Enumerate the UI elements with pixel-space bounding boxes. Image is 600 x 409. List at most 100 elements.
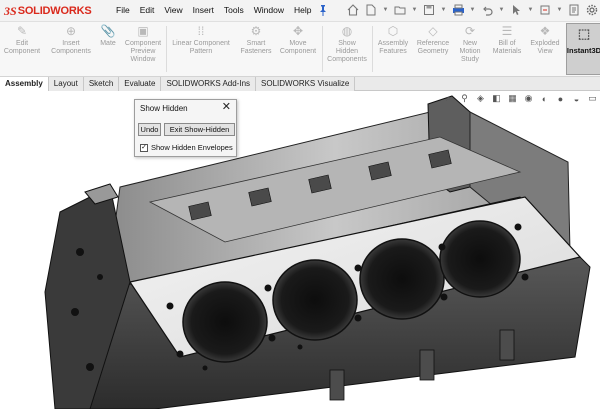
- move-component-label: Move Component: [279, 40, 317, 55]
- move-component-button[interactable]: ✥ Move Component: [278, 24, 318, 56]
- section-view-icon[interactable]: ◧: [491, 93, 502, 104]
- apply-scene-icon[interactable]: ◒: [571, 93, 582, 104]
- home-icon[interactable]: [346, 3, 360, 17]
- pin-icon[interactable]: [318, 4, 328, 16]
- engine-block-model[interactable]: [0, 92, 600, 409]
- assembly-features-icon: ⬡: [387, 24, 399, 38]
- linear-pattern-label: Linear Component Pattern: [172, 40, 230, 55]
- insert-components-button[interactable]: ⊕ Insert Components: [48, 24, 94, 56]
- tab-solidworks-visualize[interactable]: SOLIDWORKS Visualize: [256, 77, 356, 91]
- dialog-title: Show Hidden: [140, 104, 188, 113]
- edit-component-icon: ✎: [16, 24, 28, 38]
- chevron-down-icon[interactable]: ▼: [556, 3, 563, 17]
- bom-icon: ☰: [501, 24, 513, 38]
- new-motion-study-button[interactable]: ⟳ New Motion Study: [454, 24, 486, 64]
- menu-view[interactable]: View: [164, 5, 182, 15]
- logo-text: SOLIDWORKS: [17, 5, 92, 17]
- mate-label: Mate: [100, 40, 116, 47]
- assembly-features-label: Assembly Features: [377, 40, 409, 55]
- exploded-view-button[interactable]: ❖ Exploded View: [527, 24, 563, 56]
- close-icon[interactable]: ✕: [222, 102, 231, 113]
- chevron-down-icon[interactable]: ▼: [498, 3, 505, 17]
- zoom-area-icon[interactable]: ⚲: [459, 93, 470, 104]
- print-icon[interactable]: [451, 3, 465, 17]
- instant3d-button[interactable]: ⬚ Instant3D: [566, 23, 600, 75]
- ribbon-separator: [322, 26, 323, 72]
- show-hidden-envelopes-checkbox[interactable]: ✓: [140, 143, 148, 152]
- view-settings-icon[interactable]: ▭: [587, 93, 598, 104]
- display-style-icon[interactable]: ◉: [523, 93, 534, 104]
- exploded-view-icon: ❖: [539, 24, 551, 38]
- chevron-down-icon[interactable]: ▼: [382, 3, 389, 17]
- show-hidden-envelopes-label: Show Hidden Envelopes: [151, 143, 233, 152]
- menu-insert[interactable]: Insert: [193, 5, 214, 15]
- smart-fasteners-label: Smart Fasteners: [240, 40, 272, 55]
- save-icon[interactable]: [422, 3, 436, 17]
- ribbon-separator: [166, 26, 167, 72]
- exit-show-hidden-button[interactable]: Exit Show-Hidden: [164, 123, 235, 136]
- rebuild-icon[interactable]: [538, 3, 552, 17]
- chevron-down-icon[interactable]: ▼: [469, 3, 476, 17]
- assembly-features-button[interactable]: ⬡ Assembly Features: [374, 24, 412, 56]
- tab-layout[interactable]: Layout: [48, 77, 84, 91]
- tab-sketch[interactable]: Sketch: [83, 77, 120, 91]
- edit-component-button[interactable]: ✎ Edit Component: [2, 24, 42, 56]
- exploded-view-label: Exploded View: [530, 40, 560, 55]
- chevron-down-icon[interactable]: ▼: [411, 3, 418, 17]
- edit-component-label: Edit Component: [3, 40, 41, 55]
- bill-of-materials-button[interactable]: ☰ Bill of Materials: [490, 24, 524, 56]
- show-hidden-label: Show Hidden Components: [327, 40, 367, 63]
- solidworks-logo[interactable]: 3S SOLIDWORKS: [4, 3, 92, 19]
- graphics-area[interactable]: ⌕ ⚲ ◈ ◧ ▦ ◉ ◐ ● ◒ ▭: [0, 92, 600, 409]
- menu-file[interactable]: File: [116, 5, 130, 15]
- show-hidden-icon: ◍: [341, 24, 353, 38]
- ds-logo-mark: 3S: [4, 3, 17, 18]
- command-manager-ribbon: ✎ Edit Component ⊕ Insert Components 📎 Mat…: [0, 22, 600, 77]
- tab-evaluate[interactable]: Evaluate: [119, 77, 162, 91]
- edit-appearance-icon[interactable]: ●: [555, 93, 566, 104]
- heads-up-view-toolbar: ⌕ ⚲ ◈ ◧ ▦ ◉ ◐ ● ◒ ▭: [443, 93, 598, 104]
- component-preview-window-button[interactable]: ▣ Component Preview Window: [121, 24, 165, 64]
- smart-fasteners-button[interactable]: ⚙ Smart Fasteners: [238, 24, 274, 56]
- reference-geometry-button[interactable]: ◇ Reference Geometry: [413, 24, 453, 56]
- mate-icon: 📎: [100, 24, 116, 38]
- title-bar: 3S SOLIDWORKS File Edit View Insert Tool…: [0, 0, 600, 22]
- show-hidden-components-button[interactable]: ◍ Show Hidden Components: [324, 24, 370, 64]
- chevron-down-icon[interactable]: ▼: [527, 3, 534, 17]
- menu-window[interactable]: Window: [254, 5, 284, 15]
- instant3d-label: Instant3D: [566, 46, 600, 55]
- menu-edit[interactable]: Edit: [140, 5, 155, 15]
- menu-help[interactable]: Help: [294, 5, 311, 15]
- reference-geometry-label: Reference Geometry: [416, 40, 450, 55]
- component-preview-icon: ▣: [137, 24, 149, 38]
- component-preview-label: Component Preview Window: [124, 40, 162, 63]
- insert-components-icon: ⊕: [65, 24, 77, 38]
- menu-tools[interactable]: Tools: [224, 5, 244, 15]
- new-document-icon[interactable]: [364, 3, 378, 17]
- undo-icon[interactable]: [480, 3, 494, 17]
- hide-show-items-icon[interactable]: ◐: [539, 93, 550, 104]
- ribbon-separator: [372, 26, 373, 72]
- reference-geometry-icon: ◇: [428, 24, 438, 38]
- linear-component-pattern-button[interactable]: ⁞⁞ Linear Component Pattern: [168, 24, 234, 56]
- chevron-down-icon[interactable]: ▼: [440, 3, 447, 17]
- open-folder-icon[interactable]: [393, 3, 407, 17]
- command-manager-tabs: Assembly Layout Sketch Evaluate SOLIDWOR…: [0, 77, 600, 91]
- view-orientation-icon[interactable]: ▦: [507, 93, 518, 104]
- zoom-to-fit-icon[interactable]: ⌕: [443, 93, 454, 104]
- mate-button[interactable]: 📎 Mate: [96, 24, 120, 48]
- show-hidden-envelopes-option[interactable]: ✓ Show Hidden Envelopes: [140, 143, 233, 152]
- show-hidden-dialog: Show Hidden ✕ Undo Exit Show-Hidden ✓ Sh…: [134, 99, 237, 157]
- file-properties-icon[interactable]: [567, 3, 581, 17]
- undo-button[interactable]: Undo: [138, 123, 161, 136]
- select-cursor-icon[interactable]: [509, 3, 523, 17]
- motion-study-label: New Motion Study: [459, 40, 481, 63]
- tab-assembly[interactable]: Assembly: [0, 77, 49, 91]
- tab-solidworks-add-ins[interactable]: SOLIDWORKS Add-Ins: [161, 77, 257, 91]
- quick-access-toolbar: ▼ ▼ ▼ ▼ ▼ ▼ ▼ ▼: [346, 3, 600, 17]
- smart-fasteners-icon: ⚙: [250, 24, 262, 38]
- previous-view-icon[interactable]: ◈: [475, 93, 486, 104]
- bom-label: Bill of Materials: [492, 40, 522, 55]
- move-component-icon: ✥: [292, 24, 304, 38]
- options-gear-icon[interactable]: [585, 3, 599, 17]
